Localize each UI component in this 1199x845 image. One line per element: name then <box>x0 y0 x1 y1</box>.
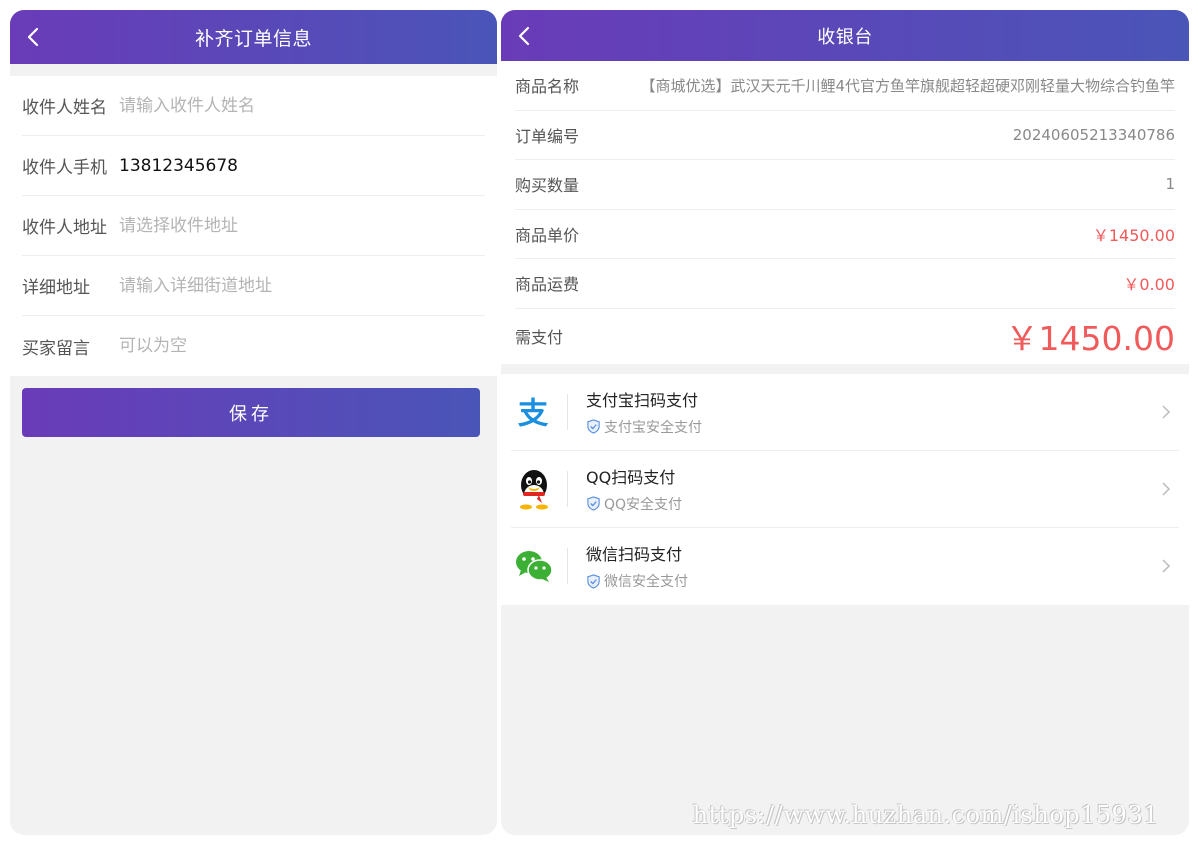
info-label: 商品单价 <box>515 225 580 245</box>
payment-text: 微信扫码支付 微信安全支付 <box>586 541 1159 591</box>
page-title: 补齐订单信息 <box>194 27 312 50</box>
total-amount: ￥1450.00 <box>1005 319 1175 358</box>
field-label: 买家留言 <box>22 338 90 359</box>
field-label: 收件人地址 <box>22 218 107 238</box>
chevron-right-icon <box>1162 559 1171 573</box>
order-number: 20240605213340786 <box>1012 125 1175 144</box>
info-row-price: 商品单价 ￥1450.00 <box>515 210 1175 259</box>
chevron-right-icon <box>1162 481 1171 496</box>
info-label: 订单编号 <box>515 126 580 146</box>
back-arrow-icon[interactable] <box>22 25 46 49</box>
payment-subtitle-text: 微信安全支付 <box>604 574 688 590</box>
field-label: 收件人手机 <box>22 158 107 178</box>
info-row-product: 商品名称 【商城优选】武汉天元千川鲤4代官方鱼竿旗舰超轻超硬邓刚轻量大物综合钓鱼… <box>515 61 1175 111</box>
watermark-text: https://www.huzhan.com/ishop15931 <box>692 801 1159 829</box>
order-form: 收件人姓名 收件人手机 收件人地址 详细地址 买家留言 <box>10 76 497 376</box>
qq-icon <box>511 466 557 512</box>
alipay-icon: 支 <box>511 389 557 435</box>
info-label: 商品名称 <box>515 77 580 97</box>
info-label: 需支付 <box>515 328 564 347</box>
product-name: 【商城优选】武汉天元千川鲤4代官方鱼竿旗舰超轻超硬邓刚轻量大物综合钓鱼竿 <box>640 76 1175 95</box>
payment-subtitle: QQ安全支付 <box>586 494 1159 514</box>
quantity: 1 <box>1165 175 1175 194</box>
shield-check-icon <box>587 419 600 434</box>
payment-text: QQ扫码支付 QQ安全支付 <box>586 464 1159 514</box>
right-header: 收银台 <box>501 10 1189 61</box>
save-button[interactable]: 保存 <box>22 388 480 437</box>
payment-name: 微信扫码支付 <box>586 545 683 564</box>
info-row-quantity: 购买数量 1 <box>515 160 1175 210</box>
detail-address-input[interactable] <box>119 265 485 306</box>
receiver-phone-input[interactable] <box>119 145 485 186</box>
payment-method-list: 支 支付宝扫码支付 支付宝安全支付 QQ扫码支付 QQ安全支付 微信扫码支付 微… <box>501 373 1189 605</box>
info-label: 商品运费 <box>515 275 580 295</box>
form-row-address: 收件人地址 <box>22 196 485 256</box>
shield-check-icon <box>587 496 600 511</box>
receiver-address-select[interactable] <box>119 205 485 246</box>
info-label: 购买数量 <box>515 176 580 196</box>
shield-check-icon <box>587 573 600 589</box>
order-info-panel: 补齐订单信息 收件人姓名 收件人手机 收件人地址 详细地址 买家留言 保存 <box>10 10 497 835</box>
payment-text: 支付宝扫码支付 支付宝安全支付 <box>586 387 1159 437</box>
field-label: 详细地址 <box>22 278 90 298</box>
form-row-phone: 收件人手机 <box>22 136 485 196</box>
info-row-order-no: 订单编号 20240605213340786 <box>515 111 1175 160</box>
divider <box>567 393 568 430</box>
back-arrow-icon[interactable] <box>513 24 537 48</box>
divider <box>567 470 568 507</box>
payment-subtitle-text: 支付宝安全支付 <box>604 419 702 436</box>
unit-price: ￥1450.00 <box>1092 225 1175 245</box>
form-row-message: 买家留言 <box>22 316 485 376</box>
order-summary: 商品名称 【商城优选】武汉天元千川鲤4代官方鱼竿旗舰超轻超硬邓刚轻量大物综合钓鱼… <box>501 61 1189 364</box>
svg-text:支: 支 <box>518 396 549 431</box>
left-header: 补齐订单信息 <box>10 10 497 64</box>
payment-name: QQ扫码支付 <box>586 467 676 487</box>
buyer-message-input[interactable] <box>119 326 485 366</box>
payment-subtitle: 微信安全支付 <box>586 571 1159 591</box>
info-row-shipping: 商品运费 ￥0.00 <box>515 259 1175 309</box>
payment-option-alipay[interactable]: 支 支付宝扫码支付 支付宝安全支付 <box>511 374 1179 451</box>
divider <box>567 548 568 584</box>
info-row-total: 需支付 ￥1450.00 <box>515 309 1175 364</box>
payment-option-qq[interactable]: QQ扫码支付 QQ安全支付 <box>511 451 1179 528</box>
wechat-icon <box>511 543 557 589</box>
chevron-right-icon <box>1162 404 1171 419</box>
page-title: 收银台 <box>817 26 873 48</box>
payment-option-wechat[interactable]: 微信扫码支付 微信安全支付 <box>511 528 1179 605</box>
shipping-fee: ￥0.00 <box>1123 275 1175 295</box>
payment-name: 支付宝扫码支付 <box>586 390 699 410</box>
form-row-detail: 详细地址 <box>22 256 485 316</box>
cashier-panel: 收银台 商品名称 【商城优选】武汉天元千川鲤4代官方鱼竿旗舰超轻超硬邓刚轻量大物… <box>501 10 1189 835</box>
receiver-name-input[interactable] <box>119 85 485 126</box>
field-label: 收件人姓名 <box>22 98 107 118</box>
payment-subtitle-text: QQ安全支付 <box>604 496 683 513</box>
form-row-name: 收件人姓名 <box>22 76 485 136</box>
payment-subtitle: 支付宝安全支付 <box>586 417 1159 437</box>
